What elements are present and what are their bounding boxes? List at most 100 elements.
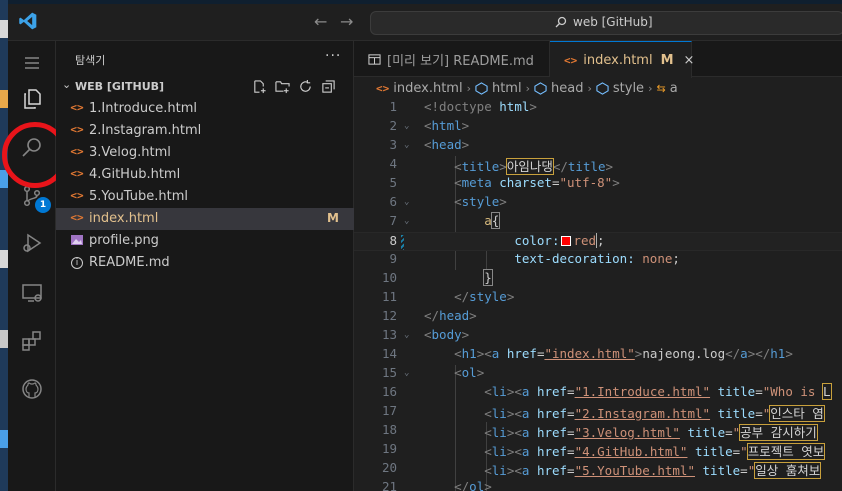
image-file-icon xyxy=(71,235,83,245)
forward-arrow-icon[interactable]: → xyxy=(340,12,353,31)
tab-readme-preview[interactable]: [미리 보기] README.md xyxy=(354,41,550,77)
run-debug-icon[interactable] xyxy=(20,231,44,255)
breadcrumb: <> index.html › html › head › style › ⇆ … xyxy=(354,77,842,99)
chevron-down-icon[interactable]: ⌄ xyxy=(404,368,409,378)
chevron-down-icon[interactable]: ⌄ xyxy=(404,121,409,131)
code-token: "1.Introduce.html" xyxy=(574,384,711,399)
extensions-icon[interactable] xyxy=(20,329,44,353)
code-editor[interactable]: 1 <!doctype html> 2 ⌄ <html> 3 ⌄ <head> 4 <ti… xyxy=(354,99,842,491)
file-item[interactable]: <> 3.Velog.html xyxy=(56,142,354,164)
code-token: "4.GitHub.html" xyxy=(574,444,688,459)
line-number: 13 xyxy=(381,327,397,342)
close-icon[interactable]: × xyxy=(684,53,695,68)
editor-area: [미리 보기] README.md <> index.html M × <> i… xyxy=(354,41,842,491)
file-item-selected[interactable]: <> index.html M xyxy=(56,208,354,230)
line-number: 15 xyxy=(381,365,397,380)
code-token: L xyxy=(822,383,832,400)
code-token: color: xyxy=(514,233,560,248)
modified-gutter-marker xyxy=(401,235,404,250)
github-icon[interactable] xyxy=(20,377,44,401)
explorer-icon[interactable] xyxy=(20,87,44,111)
line-number: 14 xyxy=(381,346,397,361)
code-line: 10 } xyxy=(354,269,842,289)
desktop-chip xyxy=(0,250,8,268)
file-label: 1.Introduce.html xyxy=(89,101,197,116)
element-icon xyxy=(475,81,488,95)
desktop-edge xyxy=(0,0,8,491)
more-actions-icon[interactable]: ··· xyxy=(325,48,341,64)
chevron-down-icon[interactable]: ⌄ xyxy=(404,140,409,150)
code-line: 4 <title>아임나댕</title> xyxy=(354,156,842,175)
command-center[interactable]: web [GitHub] xyxy=(370,11,842,35)
code-line: 15 ⌄ <ol> xyxy=(354,365,842,384)
code-line: 16 <li><a href="1.Introduce.html" title=… xyxy=(354,383,842,403)
folder-name: WEB [GITHUB] xyxy=(75,80,165,93)
breadcrumb-item[interactable]: style xyxy=(613,81,644,96)
menu-icon[interactable] xyxy=(20,51,44,75)
code-token: "index.html" xyxy=(544,346,635,361)
refresh-icon[interactable] xyxy=(298,79,313,94)
folder-header[interactable]: ⌄ WEB [GITHUB] xyxy=(56,76,354,98)
file-item[interactable]: <> 1.Introduce.html xyxy=(56,98,354,120)
line-number: 9 xyxy=(389,251,397,266)
html-file-icon: <> xyxy=(376,81,390,95)
file-item[interactable]: <> 5.YouTube.html xyxy=(56,186,354,208)
tab-index-html[interactable]: <> index.html M × xyxy=(550,41,695,78)
html-file-icon: <> xyxy=(70,123,84,136)
code-line: 17 <li><a href="2.Instagram.html" title=… xyxy=(354,403,842,422)
chevron-down-icon[interactable]: ⌄ xyxy=(404,330,409,340)
file-label: profile.png xyxy=(89,233,159,248)
file-label: 3.Velog.html xyxy=(89,145,171,160)
chevron-down-icon: ⌄ xyxy=(62,78,72,91)
file-item[interactable]: i README.md xyxy=(56,252,354,274)
back-arrow-icon[interactable]: ← xyxy=(314,12,327,31)
code-line: 20 <li><a href="5.YouTube.html" title="일… xyxy=(354,460,842,479)
html-file-icon: <> xyxy=(70,101,84,114)
new-file-icon[interactable] xyxy=(252,79,267,94)
breadcrumb-item[interactable]: a xyxy=(670,81,678,96)
tab-bar: [미리 보기] README.md <> index.html M × xyxy=(354,41,842,78)
chevron-down-icon[interactable]: ⌄ xyxy=(404,197,409,207)
code-token: text-decoration: xyxy=(514,251,635,266)
file-label: README.md xyxy=(89,255,170,270)
desktop-chip xyxy=(0,90,8,108)
search-icon xyxy=(555,16,567,28)
line-number: 18 xyxy=(381,422,397,437)
new-folder-icon[interactable] xyxy=(275,79,290,94)
collapse-all-icon[interactable] xyxy=(321,79,336,94)
element-icon xyxy=(534,81,547,95)
source-control-badge: 1 xyxy=(35,197,51,213)
code-token: najeong.log xyxy=(642,346,726,361)
file-item[interactable]: profile.png xyxy=(56,230,354,252)
code-token: red xyxy=(573,233,597,248)
code-line: 13 ⌄ <body> xyxy=(354,327,842,346)
code-line: 9 text-decoration: none; xyxy=(354,251,842,270)
line-number: 3 xyxy=(389,137,397,152)
vscode-logo-icon[interactable] xyxy=(18,11,38,31)
chevron-right-icon: › xyxy=(587,81,592,95)
code-line: 11 </style> xyxy=(354,289,842,308)
file-label: index.html xyxy=(89,211,159,226)
file-item[interactable]: <> 2.Instagram.html xyxy=(56,120,354,142)
code-line: 1 <!doctype html> xyxy=(354,99,842,118)
file-item[interactable]: <> 4.GitHub.html xyxy=(56,164,354,186)
desktop-chip xyxy=(0,430,8,448)
code-token: <!doctype xyxy=(424,99,492,114)
html-file-icon: <> xyxy=(564,53,578,67)
info-icon: i xyxy=(71,257,83,269)
line-number: 20 xyxy=(381,460,397,475)
line-number: 8 xyxy=(389,233,397,248)
code-line: 19 <li><a href="4.GitHub.html" title="프로… xyxy=(354,441,842,460)
explorer-sidebar: 탐색기 ··· ⌄ WEB [GITHUB] <> 1.Introduce.ht… xyxy=(56,41,354,491)
code-line: 21 </ol> xyxy=(354,479,842,491)
breadcrumb-item[interactable]: head xyxy=(551,81,583,96)
code-token: 인스타 염 xyxy=(769,405,825,422)
title-topline xyxy=(8,0,842,4)
remote-explorer-icon[interactable] xyxy=(20,281,44,305)
code-line: 14 <h1><a href="index.html">najeong.log<… xyxy=(354,346,842,365)
chevron-down-icon[interactable]: ⌄ xyxy=(404,216,409,226)
file-label: 4.GitHub.html xyxy=(89,167,181,182)
color-swatch[interactable] xyxy=(561,236,572,246)
breadcrumb-item[interactable]: html xyxy=(492,81,522,96)
breadcrumb-item[interactable]: index.html xyxy=(393,81,462,96)
